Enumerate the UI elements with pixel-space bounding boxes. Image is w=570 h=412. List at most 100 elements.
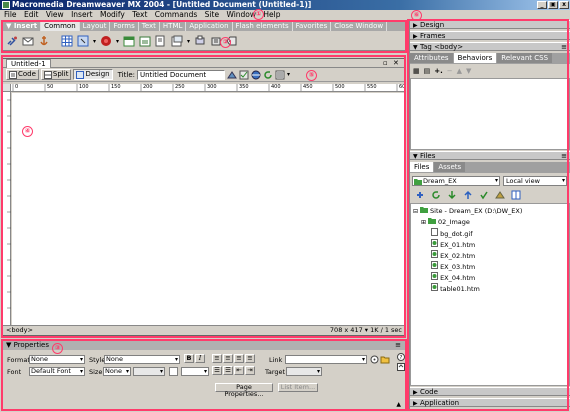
align-right-button[interactable]: ≡ — [234, 354, 244, 363]
menu-text[interactable]: Text — [132, 10, 147, 20]
point-to-file-icon[interactable] — [370, 355, 379, 364]
tab-attributes[interactable]: Attributes — [410, 53, 453, 63]
quick-tag-editor-icon[interactable] — [397, 363, 405, 371]
tab-layout[interactable]: Layout — [80, 22, 111, 31]
move-down-icon[interactable]: ▼ — [466, 67, 471, 75]
files-panel-header[interactable]: ▼ Files ≡ — [410, 151, 570, 160]
tab-favorites[interactable]: Favorites — [293, 22, 332, 31]
check-in-icon[interactable] — [495, 190, 505, 200]
tree-item[interactable]: EX_01.htm — [413, 239, 567, 250]
menu-window[interactable]: Window — [226, 10, 256, 20]
get-files-icon[interactable] — [447, 190, 457, 200]
menu-insert[interactable]: Insert — [71, 10, 93, 20]
named-anchor-icon[interactable] — [38, 35, 50, 47]
tab-files[interactable]: Files — [410, 162, 434, 172]
minimize-button[interactable]: _ — [537, 1, 547, 9]
site-select[interactable]: Dream_EX ▾ — [412, 176, 500, 186]
tree-item[interactable]: EX_04.htm — [413, 272, 567, 283]
check-out-icon[interactable] — [479, 190, 489, 200]
preview-browser-icon[interactable] — [251, 70, 261, 80]
help-icon[interactable]: ? — [397, 353, 405, 361]
hyperlink-icon[interactable] — [6, 35, 18, 47]
collapse-icon[interactable]: ▲ — [396, 401, 401, 408]
menu-file[interactable]: File — [4, 10, 17, 20]
format-select[interactable]: None — [29, 355, 85, 364]
close-button[interactable]: x — [559, 1, 569, 9]
italic-button[interactable]: I — [195, 354, 205, 363]
panel-options-icon[interactable]: ≡ — [395, 341, 401, 350]
view-options-icon[interactable] — [275, 70, 285, 80]
tab-forms[interactable]: Forms — [110, 22, 139, 31]
text-color-swatch[interactable] — [169, 367, 178, 376]
date-icon[interactable] — [139, 35, 151, 47]
tab-flash-elements[interactable]: Flash elements — [233, 22, 293, 31]
list-item-button[interactable]: List Item... — [278, 383, 318, 392]
tree-item[interactable]: EX_02.htm — [413, 250, 567, 261]
frames-panel-header[interactable]: ▶ Frames — [410, 31, 570, 40]
templates-icon[interactable] — [171, 35, 183, 47]
menu-help[interactable]: Help — [263, 10, 280, 20]
text-color-input[interactable] — [181, 367, 209, 376]
bold-button[interactable]: B — [184, 354, 194, 363]
chevron-down-icon[interactable]: ▾ — [116, 38, 119, 45]
restore-icon[interactable]: ▫ — [383, 59, 388, 67]
image-icon[interactable] — [100, 35, 112, 47]
check-browser-icon[interactable] — [239, 70, 249, 80]
add-behavior-icon[interactable]: +. — [434, 67, 443, 75]
code-view-button[interactable]: Code — [6, 69, 39, 80]
design-canvas[interactable] — [12, 93, 404, 325]
tab-text[interactable]: Text — [139, 22, 160, 31]
design-view-button[interactable]: Design — [73, 69, 113, 80]
tab-assets[interactable]: Assets — [434, 162, 466, 172]
file-management-icon[interactable] — [227, 70, 237, 80]
behaviors-list[interactable] — [410, 78, 570, 150]
style-select[interactable]: None — [104, 355, 180, 364]
insert-bar-toggle[interactable]: ▼ Insert — [3, 22, 42, 31]
panel-options-icon[interactable]: ≡ — [561, 152, 567, 161]
close-icon[interactable]: ✕ — [393, 59, 399, 67]
tab-common[interactable]: Common — [41, 22, 80, 31]
chevron-down-icon[interactable]: ▾ — [93, 38, 96, 45]
move-up-icon[interactable]: ▲ — [457, 67, 462, 75]
menu-modify[interactable]: Modify — [100, 10, 125, 20]
target-select[interactable] — [286, 367, 322, 376]
maximize-button[interactable]: ▣ — [548, 1, 558, 9]
panel-options-icon[interactable]: ≡ — [561, 43, 567, 52]
align-center-button[interactable]: ≡ — [223, 354, 233, 363]
remove-behavior-icon[interactable]: − — [447, 67, 453, 75]
put-files-icon[interactable] — [463, 190, 473, 200]
menu-site[interactable]: Site — [205, 10, 219, 20]
comment-icon[interactable] — [155, 35, 167, 47]
font-select[interactable]: Default Font — [29, 367, 85, 376]
tag-panel-header[interactable]: ▼ Tag <body> ≡ — [410, 42, 570, 51]
tab-application[interactable]: Application — [186, 22, 233, 31]
page-properties-button[interactable]: Page Properties... — [215, 383, 273, 398]
document-tab[interactable]: Untitled-1 — [6, 59, 51, 68]
size-select[interactable]: None — [103, 367, 131, 376]
folder-icon[interactable] — [380, 355, 390, 364]
tree-root[interactable]: ⊟ Site - Dream_EX (D:\DW_EX) — [413, 206, 567, 217]
show-set-events-icon[interactable]: ▦ — [413, 67, 420, 75]
document-title-input[interactable]: Untitled Document — [137, 69, 225, 80]
connect-icon[interactable] — [415, 190, 425, 200]
tab-relevant-css[interactable]: Relevant CSS — [497, 53, 553, 63]
ruler-origin[interactable] — [3, 84, 11, 92]
chevron-down-icon[interactable]: ▾ — [287, 71, 290, 78]
window-size-status[interactable]: 708 x 417 ▾ 1K / 1 sec — [330, 326, 402, 335]
expand-site-icon[interactable] — [511, 190, 521, 200]
properties-header[interactable]: ▼ Properties ≡ — [3, 341, 405, 350]
tab-close-window[interactable]: Close Window — [331, 22, 388, 31]
tag-selector-body[interactable]: <body> — [6, 326, 33, 335]
text-outdent-button[interactable]: ⇤ — [234, 366, 244, 375]
menu-view[interactable]: View — [46, 10, 64, 20]
design-panel-header[interactable]: ▶ Design — [410, 20, 570, 29]
align-justify-button[interactable]: ≡ — [245, 354, 255, 363]
media-icon[interactable] — [123, 35, 135, 47]
tree-item[interactable]: EX_03.htm — [413, 261, 567, 272]
menu-edit[interactable]: Edit — [24, 10, 39, 20]
show-all-events-icon[interactable]: ▤ — [424, 67, 431, 75]
refresh-icon[interactable] — [263, 70, 273, 80]
unordered-list-button[interactable]: ☰ — [212, 366, 222, 375]
application-panel-header[interactable]: ▶ Application — [410, 398, 570, 407]
link-input[interactable] — [285, 355, 367, 364]
